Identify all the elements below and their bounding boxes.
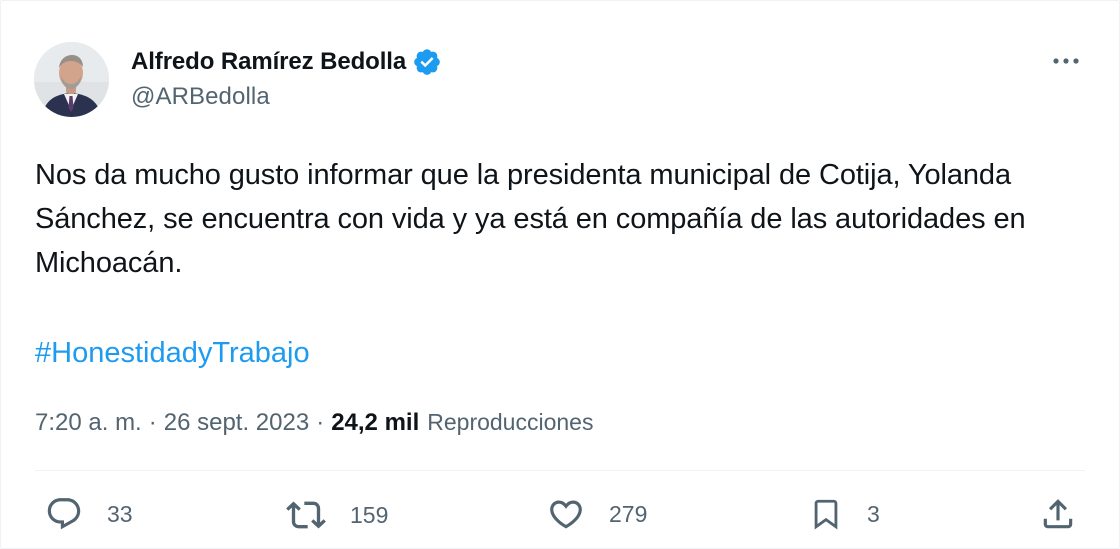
more-options-button[interactable]	[1051, 49, 1081, 73]
share-button[interactable]	[1039, 495, 1077, 533]
retweet-button[interactable]: 159	[286, 495, 388, 535]
reply-count: 33	[107, 500, 133, 527]
tweet-text: Nos da mucho gusto informar que la presi…	[35, 159, 1026, 279]
share-icon	[1043, 499, 1073, 529]
author-info: Alfredo Ramírez Bedolla @ARBedolla	[131, 45, 442, 111]
bookmark-button[interactable]: 3	[809, 495, 880, 533]
views-label: Reproducciones	[427, 409, 594, 435]
hashtag-link[interactable]: #HonestidadyTrabajo	[35, 331, 310, 375]
meta-separator: ·	[148, 409, 157, 436]
tweet-meta: 7:20 a. m. · 26 sept. 2023 · 24,2 mil Re…	[35, 405, 593, 440]
divider	[35, 470, 1085, 471]
heart-icon	[550, 500, 582, 529]
tweet-time[interactable]: 7:20 a. m.	[35, 406, 142, 440]
author-display-name[interactable]: Alfredo Ramírez Bedolla	[131, 48, 406, 76]
like-button[interactable]: 279	[547, 495, 647, 533]
bookmark-count: 3	[867, 500, 880, 527]
avatar-image	[34, 42, 109, 117]
author-avatar[interactable]	[34, 42, 109, 117]
like-count: 279	[609, 500, 648, 527]
more-options-icon	[1053, 58, 1079, 64]
tweet-date[interactable]: 26 sept. 2023	[164, 406, 309, 440]
retweet-count: 159	[350, 501, 389, 528]
verified-badge-icon	[412, 47, 442, 77]
tweet-card: Alfredo Ramírez Bedolla @ARBedolla Nos d…	[0, 0, 1120, 549]
name-row: Alfredo Ramírez Bedolla	[131, 45, 442, 79]
meta-separator: ·	[316, 409, 325, 436]
bookmark-icon	[814, 499, 838, 530]
action-bar: 33 159 279 3	[1, 495, 1119, 539]
author-handle[interactable]: @ARBedolla	[131, 83, 442, 111]
views-count[interactable]: 24,2 mil	[331, 406, 419, 440]
reply-icon	[47, 498, 81, 530]
retweet-icon	[286, 501, 326, 529]
reply-button[interactable]: 33	[45, 495, 133, 533]
